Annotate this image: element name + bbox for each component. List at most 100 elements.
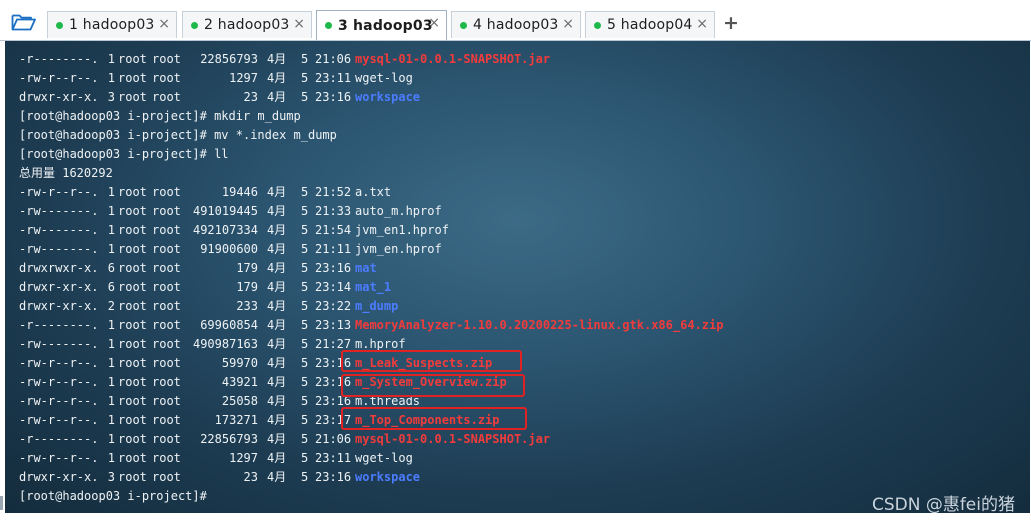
file-group: root — [152, 318, 181, 332]
file-time: 21:06 — [315, 52, 352, 66]
file-group: root — [152, 337, 181, 351]
file-links: 1 — [107, 71, 115, 85]
file-month: 4月 — [267, 470, 287, 484]
file-day: 5 — [301, 337, 309, 351]
file-listing-row: -rw-r--r--. 1 root root 1297 4月 5 23:11 wget-log — [19, 449, 413, 468]
folder-icon — [11, 14, 36, 31]
file-links: 1 — [107, 375, 115, 389]
file-month: 4月 — [267, 261, 287, 275]
file-listing-row: -rw-------. 1 root root 91900600 4月 5 21:11 jvm_… — [19, 240, 442, 259]
tab-1[interactable]: 1 hadoop03 × — [47, 11, 177, 38]
file-month: 4月 — [267, 356, 287, 370]
file-group: root — [152, 451, 181, 465]
file-owner: root — [118, 337, 147, 351]
terminal-output[interactable]: -r--------. 1 root root 22856793 4月 5 21:06 mysq… — [5, 41, 1030, 513]
file-name: jvm_en.hprof — [355, 242, 442, 256]
file-day: 5 — [301, 71, 309, 85]
file-name: wget-log — [355, 71, 413, 85]
file-listing-row: -r--------. 1 root root 22856793 4月 5 21:06 mysq… — [19, 50, 550, 69]
file-group: root — [152, 261, 181, 275]
file-listing-row: -rw-r--r--. 1 root root 1297 4月 5 23:11 wget-log — [19, 69, 413, 88]
file-perm: -rw-r--r--. — [19, 356, 99, 370]
connection-status-dot — [460, 21, 467, 29]
file-month: 4月 — [267, 375, 287, 389]
tab-bar: 1 hadoop03 × 2 hadoop03 × 3 hadoop03 × 4… — [0, 0, 1031, 41]
file-time: 23:16 — [315, 261, 352, 275]
file-perm: -rw-------. — [19, 223, 99, 237]
file-owner: root — [118, 261, 147, 275]
file-size: 91900600 — [200, 242, 258, 256]
file-owner: root — [118, 432, 147, 446]
file-group: root — [152, 299, 181, 313]
close-icon[interactable]: × — [158, 16, 170, 32]
file-size: 25058 — [221, 394, 258, 408]
file-month: 4月 — [267, 185, 287, 199]
tab-label: 5 hadoop04 — [607, 17, 693, 33]
file-day: 5 — [301, 318, 309, 332]
file-perm: drwxr-xr-x. — [19, 90, 99, 104]
file-perm: -r--------. — [19, 432, 99, 446]
file-month: 4月 — [267, 90, 287, 104]
file-name: workspace — [355, 90, 421, 104]
close-icon[interactable]: × — [428, 15, 440, 31]
tab-label: 1 hadoop03 — [69, 17, 155, 33]
file-group: root — [152, 394, 181, 408]
tab-3[interactable]: 3 hadoop03 × — [316, 10, 447, 40]
file-day: 5 — [301, 204, 309, 218]
file-time: 21:06 — [315, 432, 352, 446]
file-day: 5 — [301, 280, 309, 294]
file-day: 5 — [301, 52, 309, 66]
file-listing-row: drwxrwxr-x. 6 root root 179 4月 5 23:16 mat — [19, 259, 377, 278]
file-owner: root — [118, 356, 147, 370]
file-owner: root — [118, 223, 147, 237]
file-month: 4月 — [267, 223, 287, 237]
file-month: 4月 — [267, 394, 287, 408]
file-links: 1 — [107, 52, 115, 66]
file-listing-row: drwxr-xr-x. 3 root root 23 4月 5 23:16 workspace — [19, 468, 420, 487]
file-month: 4月 — [267, 413, 287, 427]
file-owner: root — [118, 242, 147, 256]
file-listing-row: -r--------. 1 root root 69960854 4月 5 23:13 Memo… — [19, 316, 723, 335]
shell-prompt-line: [root@hadoop03 i-project]# mkdir m_dump — [19, 109, 301, 123]
connection-status-dot — [325, 22, 332, 29]
file-perm: -rw-r--r--. — [19, 413, 99, 427]
file-links: 6 — [107, 261, 115, 275]
highlight-box-top-components — [341, 407, 527, 430]
file-perm: -rw-r--r--. — [19, 451, 99, 465]
file-month: 4月 — [267, 71, 287, 85]
tab-5[interactable]: 5 hadoop04 × — [585, 11, 715, 38]
file-day: 5 — [301, 356, 309, 370]
file-owner: root — [118, 71, 147, 85]
file-day: 5 — [301, 242, 309, 256]
connection-status-dot — [191, 21, 198, 29]
file-day: 5 — [301, 451, 309, 465]
file-perm: -rw-------. — [19, 337, 99, 351]
file-owner: root — [118, 413, 147, 427]
tab-4[interactable]: 4 hadoop03 × — [451, 11, 581, 38]
file-listing-row: drwxr-xr-x. 2 root root 233 4月 5 23:22 m_dump — [19, 297, 398, 316]
file-group: root — [152, 90, 181, 104]
close-icon[interactable]: × — [696, 16, 708, 32]
file-time: 23:16 — [315, 90, 352, 104]
file-listing-row: drwxr-xr-x. 3 root root 23 4月 5 23:16 workspace — [19, 88, 420, 107]
file-size: 233 — [236, 299, 258, 313]
watermark: CSDN @惠fei的猪 — [871, 495, 1015, 515]
file-time: 21:33 — [315, 204, 352, 218]
file-size: 19446 — [221, 185, 258, 199]
open-folder-button[interactable] — [9, 9, 39, 35]
close-icon[interactable]: × — [293, 16, 305, 32]
file-owner: root — [118, 451, 147, 465]
file-time: 23:11 — [315, 71, 352, 85]
highlight-box-leak-suspects — [341, 350, 522, 372]
add-tab-button[interactable]: + — [722, 12, 740, 34]
file-group: root — [152, 52, 181, 66]
close-icon[interactable]: × — [562, 16, 574, 32]
file-name: jvm_en1.hprof — [355, 223, 449, 237]
file-group: root — [152, 413, 181, 427]
file-group: root — [152, 356, 181, 370]
file-owner: root — [118, 375, 147, 389]
tab-2[interactable]: 2 hadoop03 × — [182, 11, 312, 38]
file-group: root — [152, 432, 181, 446]
file-name: mysql-01-0.0.1-SNAPSHOT.jar — [355, 432, 551, 446]
file-links: 1 — [107, 394, 115, 408]
